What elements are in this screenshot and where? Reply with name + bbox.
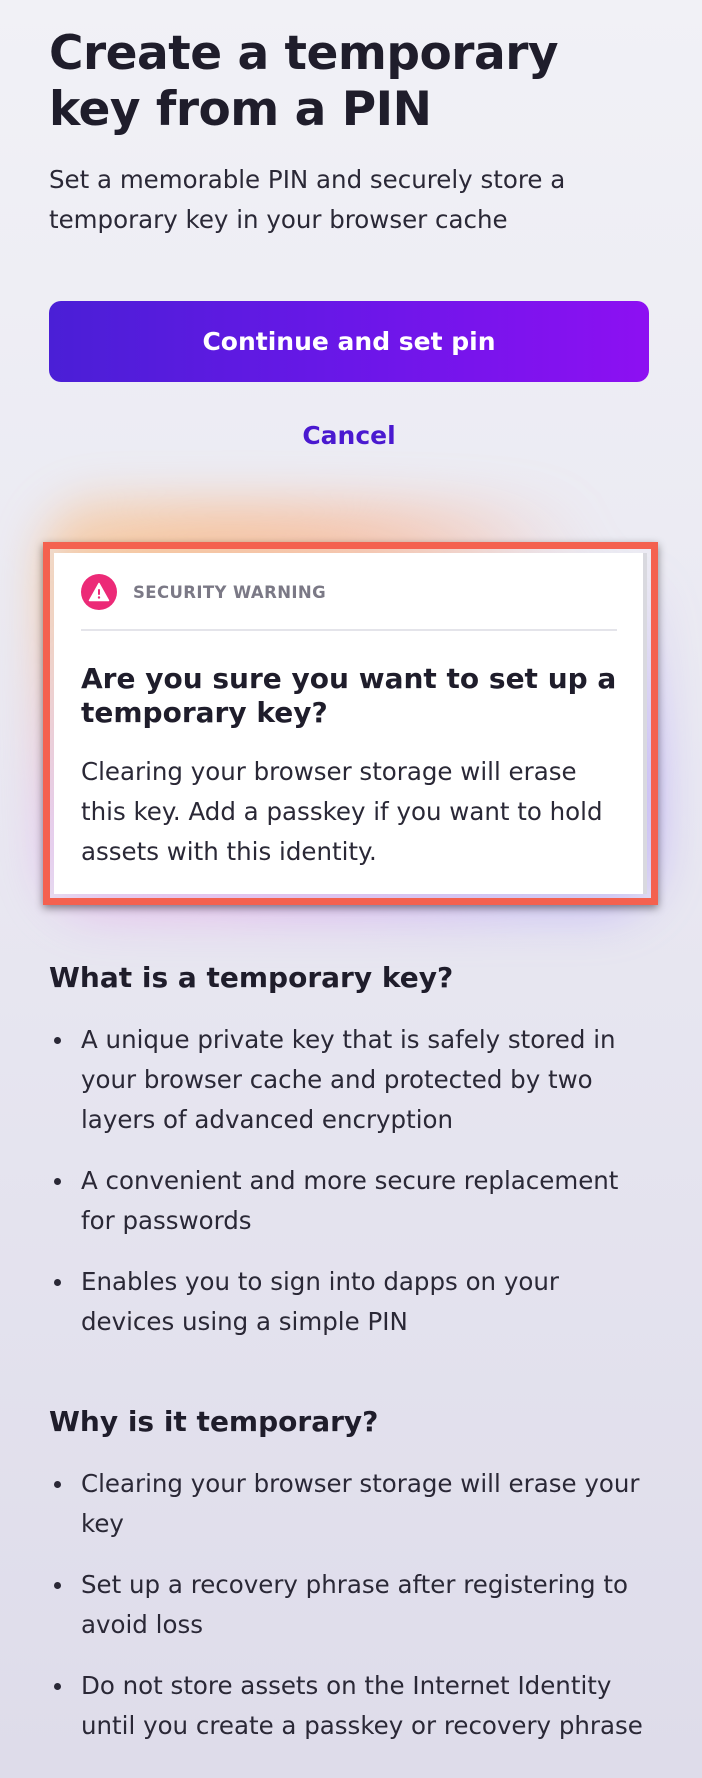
page-subtitle: Set a memorable PIN and securely store a… bbox=[49, 165, 566, 234]
bullet-icon bbox=[54, 1037, 61, 1044]
list-item-text: Set up a recovery phrase after registeri… bbox=[81, 1570, 628, 1639]
list-item: A unique private key that is safely stor… bbox=[49, 1020, 649, 1140]
what-is-temporary-key-section: What is a temporary key? A unique privat… bbox=[49, 958, 649, 1342]
warning-header: SECURITY WARNING bbox=[81, 574, 326, 610]
bullet-icon bbox=[54, 1683, 61, 1690]
list-item: Enables you to sign into dapps on your d… bbox=[49, 1262, 649, 1342]
list-item-text: Enables you to sign into dapps on your d… bbox=[81, 1267, 559, 1336]
list-item-text: Do not store assets on the Internet Iden… bbox=[81, 1671, 643, 1740]
cancel-button[interactable]: Cancel bbox=[49, 412, 649, 460]
list-item-text: A convenient and more secure replacement… bbox=[81, 1166, 619, 1235]
list-item: Do not store assets on the Internet Iden… bbox=[49, 1666, 649, 1746]
list-item: A convenient and more secure replacement… bbox=[49, 1161, 649, 1241]
security-warning-card: SECURITY WARNING Are you sure you want t… bbox=[54, 553, 647, 894]
bullet-icon bbox=[54, 1481, 61, 1488]
bullet-list: A unique private key that is safely stor… bbox=[49, 1020, 649, 1342]
list-item-text: Clearing your browser storage will erase… bbox=[81, 1469, 640, 1538]
list-item: Set up a recovery phrase after registeri… bbox=[49, 1565, 649, 1645]
divider bbox=[81, 629, 617, 631]
continue-and-set-pin-button[interactable]: Continue and set pin bbox=[49, 301, 649, 382]
warning-label: SECURITY WARNING bbox=[133, 582, 327, 602]
list-item: Clearing your browser storage will erase… bbox=[49, 1464, 649, 1544]
page-header: Create a temporary key from a PIN Set a … bbox=[49, 0, 649, 450]
section-heading: What is a temporary key? bbox=[49, 961, 454, 994]
why-is-it-temporary-section: Why is it temporary? Clearing your brows… bbox=[49, 1402, 649, 1746]
warning-triangle-icon bbox=[81, 574, 117, 610]
warning-title: Are you sure you want to set up a tempor… bbox=[81, 662, 617, 729]
bullet-icon bbox=[54, 1582, 61, 1589]
section-heading: Why is it temporary? bbox=[49, 1405, 379, 1438]
bullet-icon bbox=[54, 1178, 61, 1185]
bullet-list: Clearing your browser storage will erase… bbox=[49, 1464, 649, 1746]
bullet-icon bbox=[54, 1279, 61, 1286]
warning-body: Clearing your browser storage will erase… bbox=[81, 757, 603, 866]
list-item-text: A unique private key that is safely stor… bbox=[81, 1025, 616, 1134]
page-title: Create a temporary key from a PIN bbox=[49, 26, 559, 137]
